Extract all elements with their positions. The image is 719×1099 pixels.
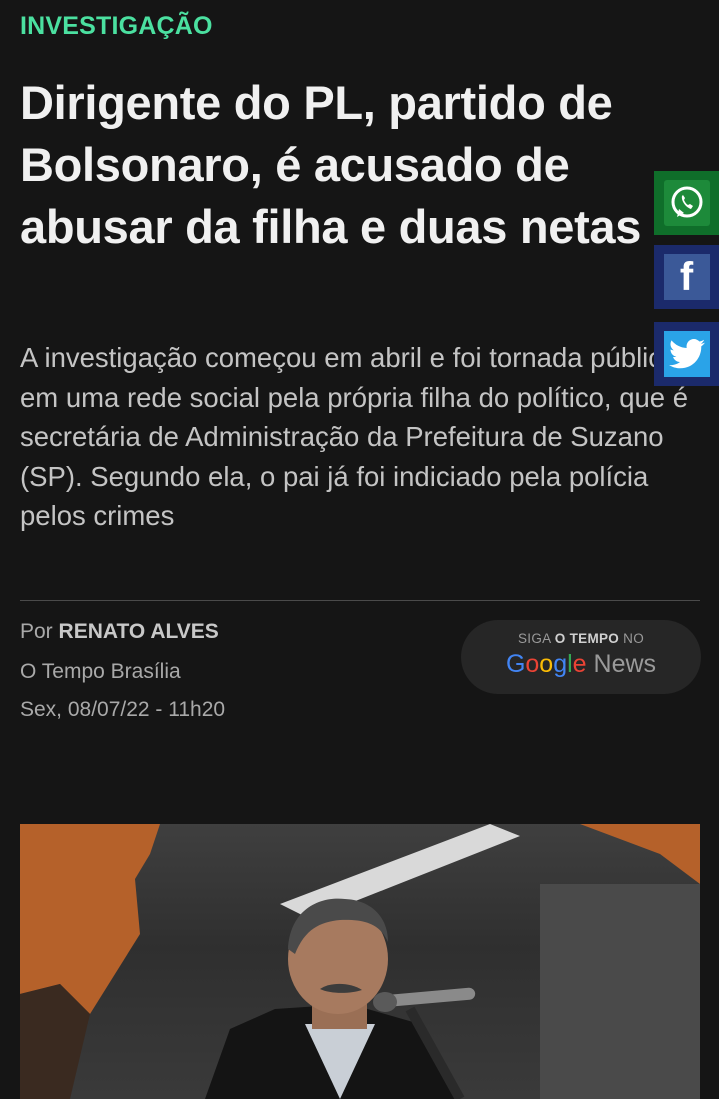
outlet-name: O Tempo Brasília (20, 660, 181, 683)
share-whatsapp-button[interactable] (654, 171, 719, 235)
article-headline: Dirigente do PL, partido de Bolsonaro, é… (20, 76, 642, 253)
article-photo (20, 824, 700, 1099)
author-name[interactable]: RENATO ALVES (59, 620, 219, 643)
google-news-logo: Google News (505, 650, 657, 678)
facebook-icon: f (663, 254, 710, 300)
share-twitter-button[interactable] (654, 322, 719, 386)
category-kicker[interactable]: INVESTIGAÇÃO (20, 12, 213, 41)
divider (20, 600, 700, 601)
google-news-caption: SIGA O TEMPO NO (517, 631, 645, 646)
google-news-follow-button[interactable]: SIGA O TEMPO NO Google News (461, 620, 701, 694)
whatsapp-icon (663, 180, 710, 226)
twitter-icon (663, 331, 710, 377)
article-summary: A investigação começou em abril e foi to… (20, 342, 689, 531)
byline-prefix: Por (20, 620, 53, 643)
share-facebook-button[interactable]: f (654, 245, 719, 309)
publish-date: Sex, 08/07/22 - 11h20 (20, 698, 226, 721)
byline: Por RENATO ALVES (20, 620, 219, 644)
